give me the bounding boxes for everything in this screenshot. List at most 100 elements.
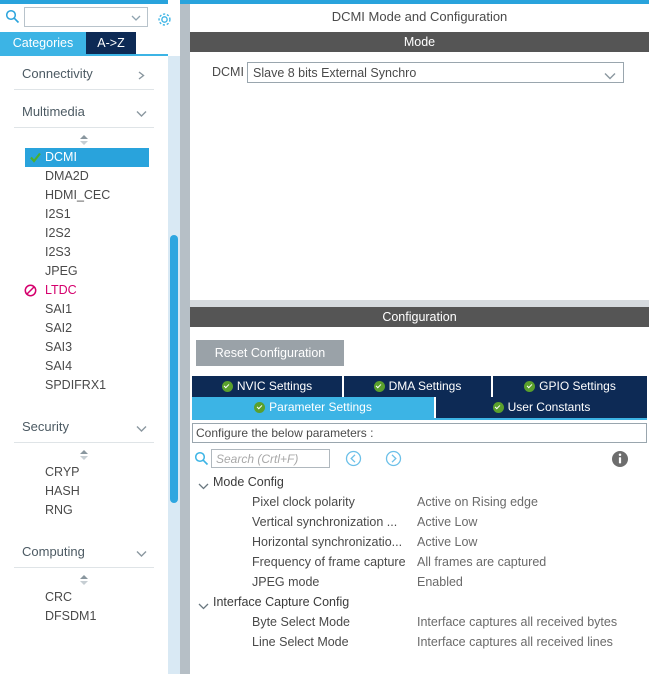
- tab-user-constants[interactable]: User Constants: [436, 397, 647, 418]
- chevron-down-icon: [135, 107, 148, 117]
- computing-items: CRC DFSDM1: [0, 588, 168, 640]
- sidebar-scrollbar-thumb[interactable]: [170, 235, 178, 503]
- gear-icon[interactable]: [156, 11, 173, 28]
- param-row[interactable]: Frequency of frame capture All frames ar…: [190, 553, 649, 573]
- check-icon: [29, 151, 42, 164]
- list-item[interactable]: CRC: [0, 588, 168, 607]
- section-multimedia[interactable]: Multimedia: [14, 94, 154, 132]
- check-badge-icon: [492, 402, 504, 413]
- list-item-label: SAI4: [45, 359, 73, 373]
- list-item[interactable]: JPEG: [0, 262, 168, 281]
- section-security[interactable]: Security: [14, 409, 154, 447]
- peripheral-tree[interactable]: Connectivity Multimedia DCMI DMA2D HDMI_…: [0, 56, 168, 674]
- tab-nvic-settings[interactable]: NVIC Settings: [192, 376, 342, 397]
- list-item[interactable]: SAI1: [0, 300, 168, 319]
- param-row[interactable]: Vertical synchronization ... Active Low: [190, 513, 649, 533]
- list-item[interactable]: DMA2D: [0, 167, 168, 186]
- list-item-label: HDMI_CEC: [45, 188, 111, 202]
- param-value: Interface captures all received lines: [417, 635, 613, 649]
- sidebar-tabs: Categories A->Z: [0, 32, 168, 54]
- param-row[interactable]: Pixel clock polarity Active on Rising ed…: [190, 493, 649, 513]
- arrow-left-circle-icon[interactable]: [345, 450, 362, 467]
- chevron-down-icon: [135, 547, 148, 557]
- mode-field-label: DCMI: [212, 65, 244, 79]
- list-item[interactable]: DFSDM1: [0, 607, 168, 626]
- param-row[interactable]: Byte Select Mode Interface captures all …: [190, 613, 649, 633]
- chevron-down-icon: [135, 422, 148, 432]
- list-spinner-computing[interactable]: [0, 572, 168, 588]
- param-value: Active Low: [417, 535, 478, 549]
- list-item-dcmi[interactable]: DCMI: [25, 148, 149, 167]
- list-spinner-multimedia[interactable]: [0, 132, 168, 148]
- config-tabs-row-2: Parameter Settings User Constants: [192, 397, 647, 418]
- section-label: Computing: [22, 544, 85, 559]
- parameter-tree[interactable]: Mode Config Pixel clock polarity Active …: [190, 473, 649, 653]
- list-item-label: I2S3: [45, 245, 71, 259]
- list-item-label: HASH: [45, 484, 80, 498]
- section-divider: [14, 89, 154, 90]
- list-item[interactable]: SAI4: [0, 357, 168, 376]
- no-entry-icon: [24, 284, 37, 297]
- section-connectivity[interactable]: Connectivity: [14, 56, 154, 94]
- vertical-splitter[interactable]: [180, 0, 190, 674]
- param-value: Interface captures all received bytes: [417, 615, 618, 629]
- search-icon: [5, 9, 20, 24]
- list-item-label: CRYP: [45, 465, 80, 479]
- check-badge-icon: [221, 381, 233, 392]
- list-item-label: SAI1: [45, 302, 73, 316]
- up-down-spinner-icon: [78, 134, 90, 146]
- tab-label: GPIO Settings: [539, 379, 616, 393]
- section-computing[interactable]: Computing: [14, 534, 154, 572]
- list-item-label: SAI3: [45, 340, 73, 354]
- list-item[interactable]: I2S2: [0, 224, 168, 243]
- param-value: All frames are captured: [417, 555, 547, 569]
- list-item[interactable]: I2S3: [0, 243, 168, 262]
- list-item-label: LTDC: [45, 283, 77, 297]
- mode-dropdown[interactable]: Slave 8 bits External Synchro: [247, 62, 624, 83]
- list-item[interactable]: SAI2: [0, 319, 168, 338]
- multimedia-items: DCMI DMA2D HDMI_CEC I2S1 I2S2 I2S3 JPEG …: [0, 148, 168, 409]
- horizontal-splitter[interactable]: [190, 300, 649, 307]
- tab-categories[interactable]: Categories: [0, 32, 86, 54]
- param-group-label: Interface Capture Config: [213, 595, 350, 609]
- list-item[interactable]: RNG: [0, 501, 168, 520]
- reset-configuration-button[interactable]: Reset Configuration: [196, 340, 344, 366]
- info-icon[interactable]: [611, 450, 629, 468]
- up-down-spinner-icon: [78, 574, 90, 586]
- list-item[interactable]: HDMI_CEC: [0, 186, 168, 205]
- list-item-label: JPEG: [45, 264, 78, 278]
- list-item-ltdc[interactable]: LTDC: [0, 281, 168, 300]
- sidebar-search-input[interactable]: [24, 7, 148, 27]
- tab-label: DMA Settings: [388, 379, 462, 393]
- cubemx-window: Categories A->Z Connectivity Multimedia: [0, 0, 649, 674]
- list-item-label: CRC: [45, 590, 73, 604]
- param-name: Vertical synchronization ...: [252, 515, 398, 529]
- param-group-interface-capture-config[interactable]: Interface Capture Config: [190, 593, 649, 613]
- check-badge-icon: [524, 381, 536, 392]
- sidebar-search-row: [0, 4, 171, 30]
- param-name: Pixel clock polarity: [252, 495, 355, 509]
- tab-gpio-settings[interactable]: GPIO Settings: [493, 376, 647, 397]
- tab-dma-settings[interactable]: DMA Settings: [344, 376, 491, 397]
- list-item-label: DFSDM1: [45, 609, 97, 623]
- param-name: Horizontal synchronizatio...: [252, 535, 403, 549]
- list-item[interactable]: CRYP: [0, 463, 168, 482]
- tab-parameter-settings[interactable]: Parameter Settings: [192, 397, 434, 418]
- parameter-search-input[interactable]: Search (Crtl+F): [211, 449, 330, 468]
- config-tabs-underline: [192, 418, 647, 420]
- param-row[interactable]: Line Select Mode Interface captures all …: [190, 633, 649, 653]
- section-label: Security: [22, 419, 69, 434]
- list-item[interactable]: SPDIFRX1: [0, 376, 168, 395]
- list-item-label: SAI2: [45, 321, 73, 335]
- list-item[interactable]: SAI3: [0, 338, 168, 357]
- arrow-right-circle-icon[interactable]: [385, 450, 402, 467]
- tab-label: NVIC Settings: [236, 379, 313, 393]
- param-row[interactable]: Horizontal synchronizatio... Active Low: [190, 533, 649, 553]
- param-row[interactable]: JPEG mode Enabled: [190, 573, 649, 593]
- param-value: Enabled: [417, 575, 463, 589]
- list-item[interactable]: HASH: [0, 482, 168, 501]
- param-group-mode-config[interactable]: Mode Config: [190, 473, 649, 493]
- tab-a-to-z[interactable]: A->Z: [86, 32, 136, 54]
- list-item[interactable]: I2S1: [0, 205, 168, 224]
- list-spinner-security[interactable]: [0, 447, 168, 463]
